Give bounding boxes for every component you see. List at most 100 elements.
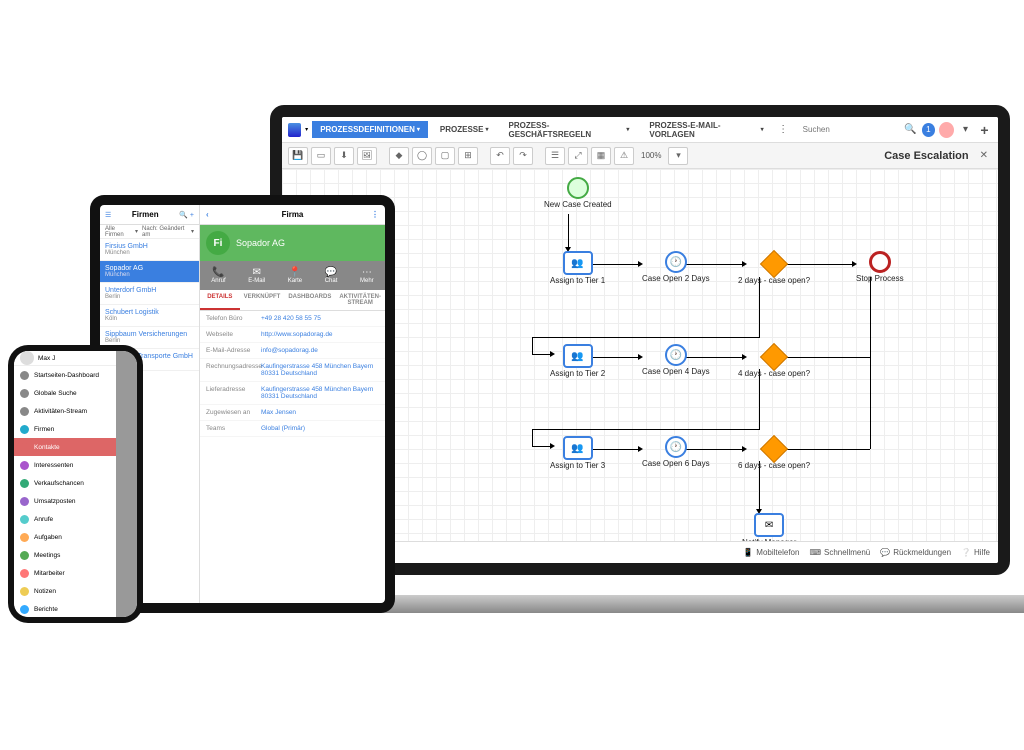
phone-device: Max J Startseiten-DashboardGlobale Suche… <box>8 345 143 623</box>
nav-geschaeftsregeln[interactable]: PROZESS-GESCHÄFTSREGELN ▾ <box>500 117 637 143</box>
firm-list-item[interactable]: Unterdorf GmbHBerlin <box>100 283 199 305</box>
field-row: Webseitehttp://www.sopadorag.de <box>200 327 385 343</box>
nav-email-vorlagen[interactable]: PROZESS-E-MAIL-VORLAGEN ▾ <box>641 117 771 143</box>
task-tier1[interactable]: 👥 Assign to Tier 1 <box>550 251 605 286</box>
nav-more-icon[interactable]: ⋮ <box>776 122 791 138</box>
nav-prozesse[interactable]: PROZESSE ▾ <box>432 121 497 138</box>
search-icon[interactable]: 🔍 <box>903 122 918 138</box>
phone-menu-item[interactable]: Meetings <box>14 546 116 564</box>
chat-icon: 💬 <box>880 548 890 557</box>
field-row: RechnungsadresseKaufingerstrasse 458 Mün… <box>200 359 385 382</box>
user-avatar-icon <box>20 351 34 365</box>
tool-redo-icon[interactable]: ↷ <box>513 147 533 165</box>
user-avatar[interactable] <box>939 122 954 138</box>
task-notify[interactable]: ✉ Notify Manager <box>742 513 796 541</box>
tool-open-icon[interactable]: ▭ <box>311 147 331 165</box>
detail-tabs: DETAILS VERKNÜPFT DASHBOARDS AKTIVITÄTEN… <box>200 290 385 311</box>
tool-task-icon[interactable]: ▢ <box>435 147 455 165</box>
phone-menu-item[interactable]: Globale Suche <box>14 384 116 402</box>
phone-dimmed-content[interactable] <box>116 351 137 617</box>
edge <box>532 429 760 430</box>
edge <box>532 337 533 354</box>
timer-2days[interactable]: 🕐 Case Open 2 Days <box>642 251 710 284</box>
gateway-2days[interactable]: 2 days - case open? <box>738 251 810 286</box>
zoom-caret-icon[interactable]: ▾ <box>668 147 688 165</box>
phone-user-header[interactable]: Max J <box>14 351 116 366</box>
phone-menu-item[interactable]: Interessenten <box>14 456 116 474</box>
phone-menu-item[interactable]: Aufgaben <box>14 528 116 546</box>
phone-menu-item[interactable]: Firmen <box>14 420 116 438</box>
firm-list-item[interactable]: Sopador AGMünchen <box>100 261 199 283</box>
detail-header-bar: ‹ Firma ⋮ <box>200 205 385 225</box>
end-event[interactable]: Stop Process <box>856 251 904 284</box>
more-icon[interactable]: ⋮ <box>371 210 379 219</box>
list-header: ☰ Firmen 🔍 + <box>100 205 199 225</box>
keyboard-icon: ⌨ <box>809 548 821 557</box>
tool-undo-icon[interactable]: ↶ <box>490 147 510 165</box>
start-event[interactable]: New Case Created <box>544 177 612 210</box>
footer-help[interactable]: ❔Hilfe <box>961 548 990 557</box>
menu-icon[interactable]: ☰ <box>105 211 111 219</box>
footer-mobile[interactable]: 📱Mobiltelefon <box>743 548 799 557</box>
tool-expand-icon[interactable]: ⤢ <box>568 147 588 165</box>
tool-save-icon[interactable]: 💾 <box>288 147 308 165</box>
tool-columns-icon[interactable]: ☰ <box>545 147 565 165</box>
company-name: Sopador AG <box>236 238 285 248</box>
footer-feedback[interactable]: 💬Rückmeldungen <box>880 548 951 557</box>
footer-quick[interactable]: ⌨Schnellmenü <box>809 548 870 557</box>
gateway-6days[interactable]: 6 days - case open? <box>738 436 810 471</box>
tool-validate-icon[interactable]: ⚠ <box>614 147 634 165</box>
gateway-4days[interactable]: 4 days - case open? <box>738 344 810 379</box>
tab-stream[interactable]: AKTIVITÄTEN-STREAM <box>335 290 385 310</box>
task-tier2[interactable]: 👥 Assign to Tier 2 <box>550 344 605 379</box>
company-avatar: Fi <box>206 231 230 255</box>
tool-download-icon[interactable]: ⬇ <box>334 147 354 165</box>
firm-list-item[interactable]: Firsius GmbHMünchen <box>100 239 199 261</box>
quick-more[interactable]: ⋯Mehr <box>360 267 374 284</box>
phone-menu-item[interactable]: Aktivitäten-Stream <box>14 402 116 420</box>
phone-menu-item[interactable]: Kontakte <box>14 438 116 456</box>
phone-menu-item[interactable]: Umsatzposten <box>14 492 116 510</box>
back-icon[interactable]: ‹ <box>206 210 209 219</box>
timer-6days[interactable]: 🕐 Case Open 6 Days <box>642 436 710 469</box>
quick-email[interactable]: ✉E-Mail <box>248 267 265 284</box>
quick-map[interactable]: 📍Karte <box>288 267 302 284</box>
phone-menu-item[interactable]: Anrufe <box>14 510 116 528</box>
field-row: LieferadresseKaufingerstrasse 458 Münche… <box>200 382 385 405</box>
firm-list-item[interactable]: Schubert LogistikKöln <box>100 305 199 327</box>
tool-gateway-icon[interactable]: ◆ <box>389 147 409 165</box>
tab-linked[interactable]: VERKNÜPFT <box>240 290 285 310</box>
edge <box>870 357 871 449</box>
edge <box>532 429 533 446</box>
list-filter-bar[interactable]: Alle Firmen▾ Nach: Geändert am▾ <box>100 225 199 239</box>
tool-event-icon[interactable]: ◯ <box>412 147 432 165</box>
phone-menu-item[interactable]: Verkaufschancen <box>14 474 116 492</box>
search-icon[interactable]: 🔍 <box>179 212 188 219</box>
phone-menu-item[interactable]: Notizen <box>14 582 116 600</box>
app-logo-icon[interactable] <box>288 123 301 137</box>
notification-badge[interactable]: 1 <box>922 123 935 137</box>
tool-image-icon[interactable]: 🖼 <box>357 147 377 165</box>
tab-details[interactable]: DETAILS <box>200 290 240 310</box>
tab-dashboards[interactable]: DASHBOARDS <box>284 290 335 310</box>
phone-menu-item[interactable]: Berichte <box>14 600 116 617</box>
tool-comment-icon[interactable]: ⊞ <box>458 147 478 165</box>
quick-chat[interactable]: 💬Chat <box>325 267 338 284</box>
phone-menu-item[interactable]: Mitarbeiter <box>14 564 116 582</box>
timer-4days[interactable]: 🕐 Case Open 4 Days <box>642 344 710 377</box>
quick-call[interactable]: 📞Anruf <box>211 267 225 284</box>
phone-nav-drawer: Max J Startseiten-DashboardGlobale Suche… <box>14 351 116 617</box>
search-input[interactable] <box>799 122 899 138</box>
phone-menu-item[interactable]: Startseiten-Dashboard <box>14 366 116 384</box>
field-row: E-Mail-Adresseinfo@sopadorag.de <box>200 343 385 359</box>
edge <box>532 354 552 355</box>
add-icon[interactable]: + <box>190 212 194 219</box>
tool-grid-icon[interactable]: ▦ <box>591 147 611 165</box>
avatar-caret-icon[interactable]: ▾ <box>958 122 973 138</box>
zoom-level: 100% <box>637 151 665 160</box>
field-row: TeamsGlobal (Primär) <box>200 421 385 437</box>
add-button[interactable]: + <box>977 122 992 138</box>
nav-prozessdefinitionen[interactable]: PROZESSDEFINITIONEN ▾ <box>312 121 428 138</box>
close-icon[interactable]: ✕ <box>976 150 992 161</box>
task-tier3[interactable]: 👥 Assign to Tier 3 <box>550 436 605 471</box>
